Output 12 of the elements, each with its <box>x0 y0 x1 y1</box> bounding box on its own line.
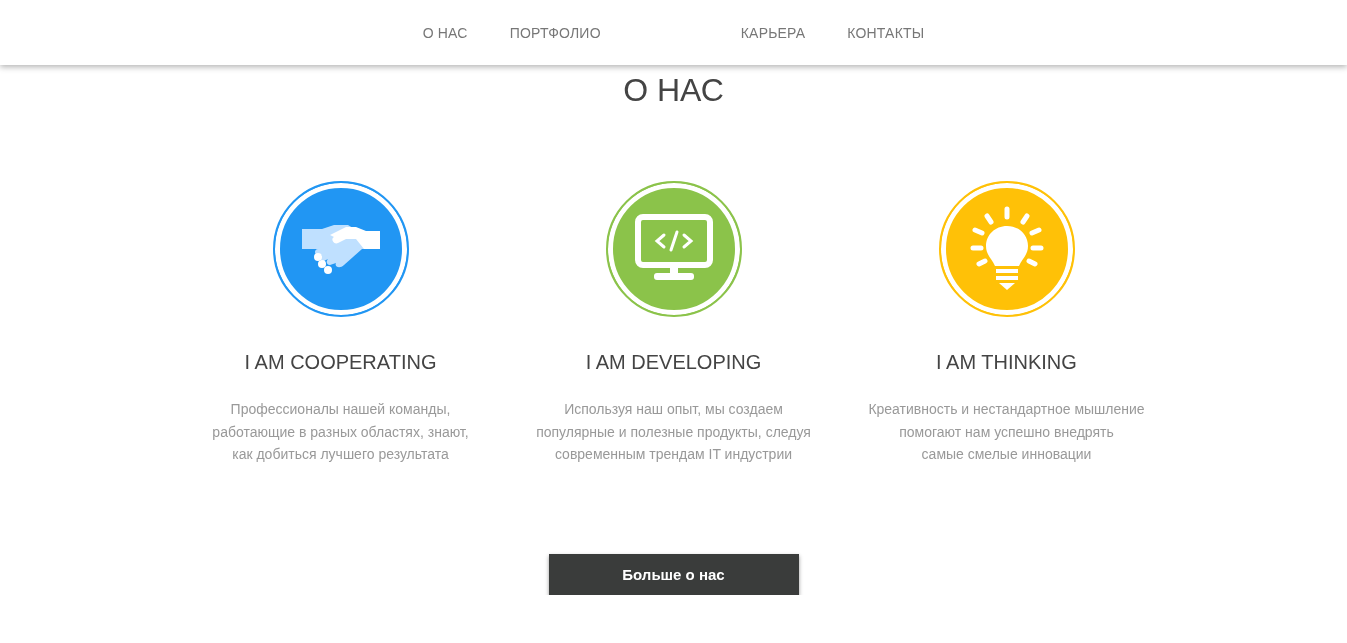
feature-title: I AM DEVELOPING <box>585 351 762 374</box>
feature-description: Используя наш опыт, мы создаем популярные и полезные продукты, следуя современным трендам IT индустрии <box>536 400 811 464</box>
nav-link[interactable]: О НАС <box>422 24 468 41</box>
feature-description: Профессионалы нашей команды, работающие в разных областях, знают, как добиться лучшего результата <box>212 400 469 464</box>
more-about-us-button[interactable]: Больше о нас <box>548 553 799 595</box>
feature-title: I AM THINKING <box>936 351 1077 374</box>
feature-title: I AM COOPERATING <box>244 351 437 374</box>
nav-link[interactable]: ПОРТФОЛИО <box>509 24 601 41</box>
section-title: О НАС <box>622 71 725 109</box>
feature-description: Креативность и нестандартное мышление помогают нам успешно внедрять самые смелые инновации <box>868 400 1145 464</box>
nav-link[interactable]: КАРЬЕРА <box>740 24 806 41</box>
nav-link[interactable]: КОНТАКТЫ <box>847 24 925 41</box>
